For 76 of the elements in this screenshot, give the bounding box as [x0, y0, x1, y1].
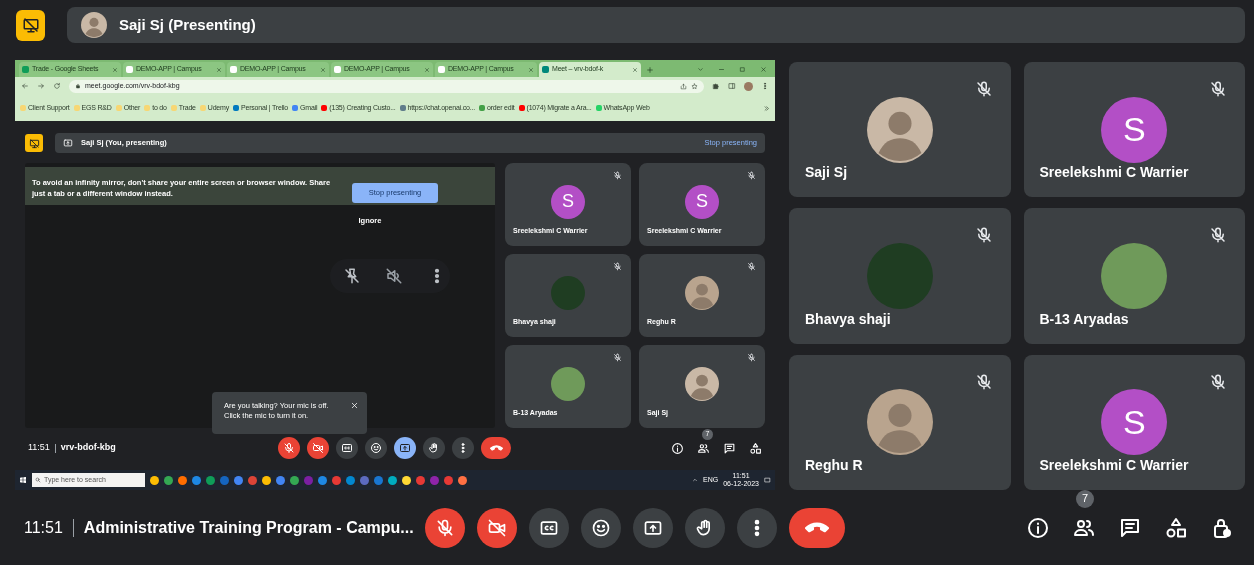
raised-hand-icon [428, 442, 440, 454]
close-icon [216, 66, 222, 73]
shapes-icon [748, 441, 762, 455]
star-icon[interactable] [691, 82, 698, 90]
meeting-details-button[interactable] [669, 440, 685, 456]
letter-avatar: S [1101, 96, 1168, 163]
profile-avatar[interactable] [744, 81, 753, 91]
chat-icon [722, 441, 736, 455]
present-button[interactable] [394, 437, 416, 459]
padlock-icon [75, 83, 81, 89]
camera-button[interactable] [307, 437, 329, 459]
smiley-icon [370, 442, 382, 454]
caret-up-icon[interactable] [692, 477, 698, 483]
presenter-title: Saji Sj (Presenting) [119, 14, 256, 35]
close-icon [528, 66, 534, 73]
letter-avatar: S [551, 184, 585, 219]
meeting-title: Administrative Training Program - Campu... [83, 517, 414, 538]
pin-off-icon[interactable] [343, 267, 361, 285]
participant-name: Sreelekshmi C Warrier [1039, 163, 1189, 183]
notification-icon[interactable] [764, 476, 771, 484]
microphone-button[interactable] [425, 507, 465, 548]
side-panel-icon[interactable] [728, 82, 736, 90]
raise-hand-button[interactable] [685, 507, 725, 548]
leave-call-button[interactable] [481, 437, 511, 459]
letter-avatar: S [685, 184, 719, 219]
mic-off-icon [435, 517, 455, 538]
people-icon [696, 441, 710, 455]
more-options-button[interactable] [452, 437, 474, 459]
forward-arrow-icon[interactable] [37, 82, 45, 90]
mic-off-icon [283, 442, 295, 454]
camera-off-icon [312, 442, 324, 454]
search-icon [35, 477, 41, 483]
three-dots-icon[interactable] [761, 82, 769, 90]
participant-name: Saji Sj [805, 163, 848, 183]
participant-name: B-13 Aryadas [1039, 309, 1129, 329]
captions-icon [341, 442, 353, 454]
speaker-off-icon[interactable] [385, 267, 403, 285]
info-icon [670, 441, 684, 455]
activities-button[interactable] [747, 440, 763, 456]
close-icon [112, 66, 118, 73]
clock-time: 11:51 [24, 517, 63, 538]
reload-icon[interactable] [53, 82, 61, 90]
present-screen-icon [399, 442, 411, 454]
smiley-icon [591, 517, 611, 538]
leave-call-button[interactable] [789, 507, 845, 548]
reactions-button[interactable] [365, 437, 387, 459]
close-icon [632, 66, 638, 73]
close-icon [320, 66, 326, 73]
more-options-button[interactable] [737, 507, 777, 548]
share-icon[interactable] [680, 82, 687, 90]
present-screen-icon [63, 138, 73, 148]
windows-logo-icon[interactable] [19, 476, 27, 484]
camera-off-icon [487, 517, 507, 538]
puzzle-icon[interactable] [712, 82, 720, 90]
shapes-icon [1164, 515, 1188, 540]
microphone-button[interactable] [278, 437, 300, 459]
captions-button[interactable] [529, 507, 569, 548]
participant-name: Bhavya shaji [805, 309, 891, 329]
participant-name: Sreelekshmi C Warrier [1039, 456, 1189, 475]
letter-avatar: S [1101, 389, 1168, 456]
present-button[interactable] [633, 507, 673, 548]
minimize-icon[interactable] [718, 66, 725, 73]
chevron-right-icon[interactable] [763, 104, 770, 112]
clock-time: 11:51 [28, 441, 50, 455]
info-icon [1026, 515, 1050, 540]
phone-icon [489, 445, 503, 451]
close-icon [424, 66, 430, 73]
screen-crossed-icon [21, 16, 40, 34]
back-arrow-icon[interactable] [21, 82, 29, 90]
meeting-code: vrv-bdof-kbg [60, 441, 116, 455]
raise-hand-button[interactable] [423, 437, 445, 459]
participant-name: Reghu R [805, 456, 863, 475]
reactions-button[interactable] [581, 507, 621, 548]
camera-button[interactable] [477, 507, 517, 548]
phone-icon [805, 522, 829, 533]
captions-button[interactable] [336, 437, 358, 459]
